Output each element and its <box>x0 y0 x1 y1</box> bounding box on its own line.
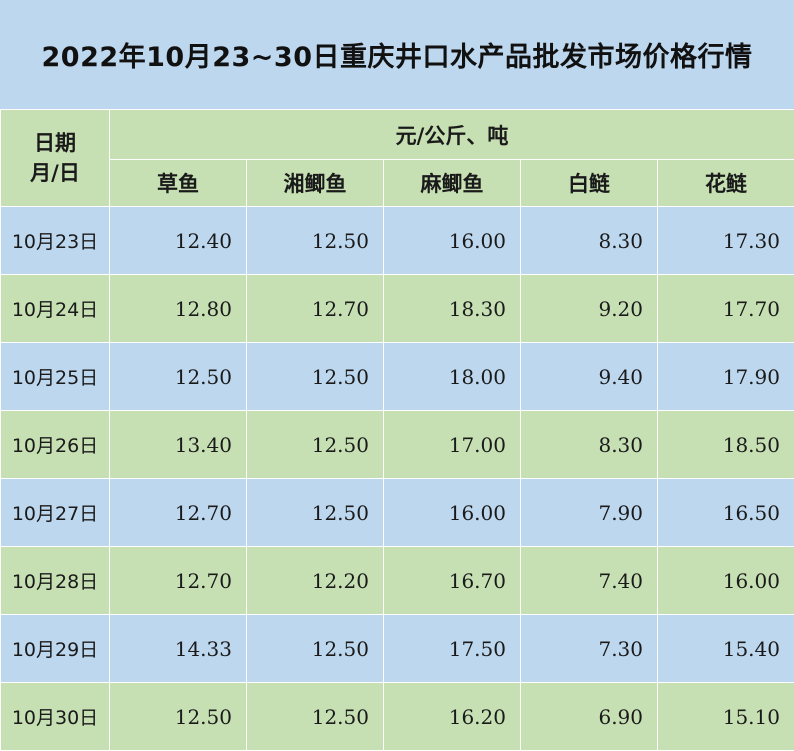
column-header-spotted-crucian: 麻鲫鱼 <box>384 160 521 207</box>
price-cell: 12.80 <box>110 275 247 343</box>
price-cell: 15.40 <box>658 615 794 683</box>
price-cell: 12.50 <box>247 683 384 751</box>
column-header-silver-carp: 白鲢 <box>521 160 658 207</box>
price-cell: 16.50 <box>658 479 794 547</box>
table-row: 10月26日13.4012.5017.008.3018.50 <box>1 411 794 479</box>
price-cell: 17.30 <box>658 207 794 275</box>
price-cell: 7.40 <box>521 547 658 615</box>
price-cell: 17.00 <box>384 411 521 479</box>
price-cell: 13.40 <box>110 411 247 479</box>
price-cell: 12.20 <box>247 547 384 615</box>
date-column-header: 日期 月/日 <box>1 110 110 207</box>
price-cell: 18.30 <box>384 275 521 343</box>
price-cell: 15.10 <box>658 683 794 751</box>
price-cell: 6.90 <box>521 683 658 751</box>
table-row: 10月28日12.7012.2016.707.4016.00 <box>1 547 794 615</box>
column-header-bighead-carp: 花鲢 <box>658 160 794 207</box>
price-cell: 7.90 <box>521 479 658 547</box>
row-date: 10月23日 <box>1 207 110 275</box>
table-row: 10月25日12.5012.5018.009.4017.90 <box>1 343 794 411</box>
price-cell: 8.30 <box>521 411 658 479</box>
header-row-fish: 草鱼 湘鲫鱼 麻鲫鱼 白鲢 花鲢 <box>1 160 794 207</box>
table-row: 10月23日12.4012.5016.008.3017.30 <box>1 207 794 275</box>
header-row-unit: 日期 月/日 元/公斤、吨 <box>1 110 794 160</box>
price-cell: 16.00 <box>658 547 794 615</box>
price-cell: 17.70 <box>658 275 794 343</box>
row-date: 10月25日 <box>1 343 110 411</box>
price-cell: 7.30 <box>521 615 658 683</box>
row-date: 10月24日 <box>1 275 110 343</box>
price-cell: 12.50 <box>247 411 384 479</box>
price-cell: 12.70 <box>110 479 247 547</box>
price-cell: 16.00 <box>384 479 521 547</box>
price-cell: 16.70 <box>384 547 521 615</box>
price-cell: 16.20 <box>384 683 521 751</box>
date-header-line2: 月/日 <box>30 161 80 185</box>
table-row: 10月27日12.7012.5016.007.9016.50 <box>1 479 794 547</box>
price-cell: 12.70 <box>247 275 384 343</box>
price-cell: 16.00 <box>384 207 521 275</box>
price-cell: 9.40 <box>521 343 658 411</box>
row-date: 10月30日 <box>1 683 110 751</box>
price-sheet: 2022年10月23~30日重庆井口水产品批发市场价格行情 日期 月/日 元/公… <box>0 0 794 750</box>
price-cell: 12.70 <box>110 547 247 615</box>
price-cell: 17.50 <box>384 615 521 683</box>
date-header-line1: 日期 <box>34 131 76 155</box>
row-date: 10月28日 <box>1 547 110 615</box>
price-cell: 18.50 <box>658 411 794 479</box>
column-header-hunan-crucian: 湘鲫鱼 <box>247 160 384 207</box>
price-cell: 12.50 <box>247 343 384 411</box>
price-cell: 18.00 <box>384 343 521 411</box>
row-date: 10月26日 <box>1 411 110 479</box>
price-cell: 12.50 <box>110 683 247 751</box>
table-row: 10月29日14.3312.5017.507.3015.40 <box>1 615 794 683</box>
unit-header: 元/公斤、吨 <box>110 110 794 160</box>
price-cell: 14.33 <box>110 615 247 683</box>
price-cell: 8.30 <box>521 207 658 275</box>
row-date: 10月27日 <box>1 479 110 547</box>
sheet-title: 2022年10月23~30日重庆井口水产品批发市场价格行情 <box>0 0 794 109</box>
column-header-grass-carp: 草鱼 <box>110 160 247 207</box>
table-row: 10月24日12.8012.7018.309.2017.70 <box>1 275 794 343</box>
price-cell: 12.50 <box>247 615 384 683</box>
price-table: 日期 月/日 元/公斤、吨 草鱼 湘鲫鱼 麻鲫鱼 白鲢 花鲢 10月23日12.… <box>0 109 794 751</box>
row-date: 10月29日 <box>1 615 110 683</box>
table-row: 10月30日12.5012.5016.206.9015.10 <box>1 683 794 751</box>
price-cell: 12.50 <box>247 207 384 275</box>
price-cell: 17.90 <box>658 343 794 411</box>
price-cell: 12.40 <box>110 207 247 275</box>
price-cell: 12.50 <box>247 479 384 547</box>
table-body: 10月23日12.4012.5016.008.3017.3010月24日12.8… <box>1 207 794 751</box>
price-cell: 12.50 <box>110 343 247 411</box>
price-cell: 9.20 <box>521 275 658 343</box>
